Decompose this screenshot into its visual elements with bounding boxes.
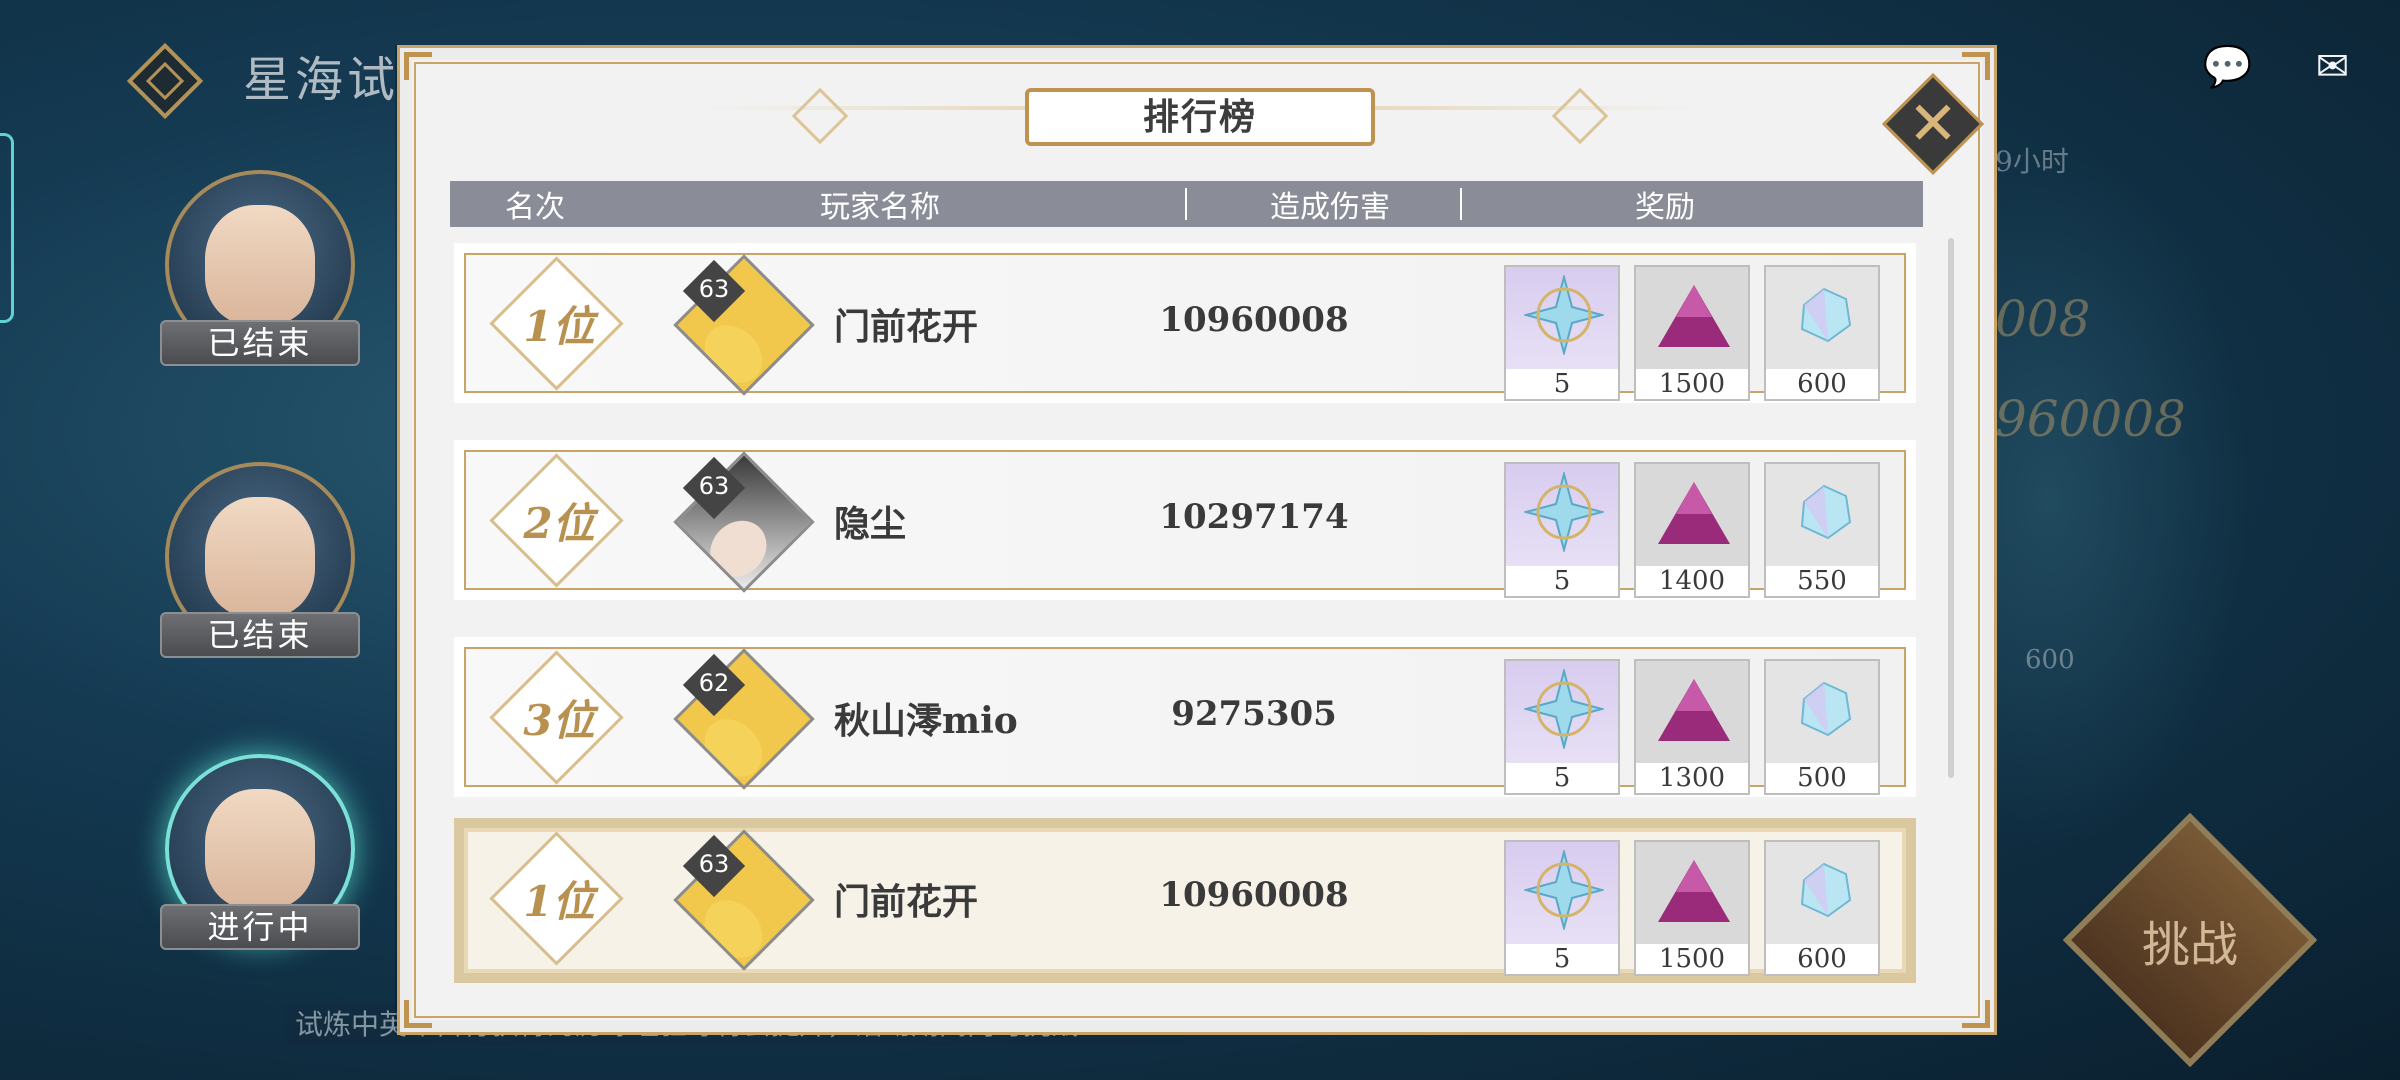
crystal-icon [1800,484,1852,540]
bg-damage-text: 008 [1995,290,2091,348]
bg-reward-count: 600 [2025,645,2075,675]
reward-count: 1300 [1636,763,1748,793]
reward-count: 1400 [1636,566,1748,596]
reward-item[interactable]: 600 [1764,840,1880,976]
hero-item[interactable]: 已结束 [150,452,370,672]
reward-item[interactable]: 5 [1504,462,1620,598]
hero-face [205,205,315,325]
reward-count: 5 [1506,566,1618,596]
reward-count: 600 [1766,944,1878,974]
column-separator [1185,188,1187,220]
leaderboard-modal: 排行榜 ✕ 名次 玩家名称 造成伤害 奖励 1位 63 门前花开 1096000… [397,45,1997,1035]
damage-value: 10960008 [1159,875,1349,915]
star-compass-icon [1524,472,1604,552]
mail-icon[interactable]: ✉ [2305,45,2360,90]
player-name: 门前花开 [834,881,979,923]
level-value: 63 [698,850,730,878]
reward-item[interactable]: 5 [1504,659,1620,795]
avatar-face [693,313,774,395]
hero-item[interactable]: 已结束 [150,160,370,380]
hero-face [205,497,315,617]
bg-damage-text: 960008 [1995,390,2186,448]
reward-item[interactable]: 550 [1764,462,1880,598]
hero-list: 已结束 已结束 进行中 [150,160,370,1036]
reward-count: 5 [1506,369,1618,399]
star-compass-icon [1524,850,1604,930]
hero-item[interactable]: 进行中 [150,744,370,964]
rank-label: 3位 [523,696,595,745]
modal-title: 排行榜 [1025,88,1375,146]
column-header-player: 玩家名称 [820,190,940,225]
damage-value: 10297174 [1159,497,1349,537]
star-compass-icon [1524,275,1604,355]
purple-dust-icon [1658,285,1730,347]
player-name: 秋山澪mio [834,700,1018,742]
avatar-face [693,707,774,789]
table-row[interactable]: 2位 63 隐尘 10297174 5 1400 550 [454,440,1916,600]
level-value: 63 [698,275,730,303]
table-header: 名次 玩家名称 造成伤害 奖励 [450,181,1923,227]
reward-item[interactable]: 1300 [1634,659,1750,795]
reward-item[interactable]: 1500 [1634,840,1750,976]
crystal-icon [1800,287,1852,343]
hero-face [205,789,315,909]
top-icons: 💬 ✉ [2200,45,2360,90]
table-row[interactable]: 1位 63 门前花开 10960008 5 1500 600 [454,243,1916,403]
column-separator [1460,188,1462,220]
reward-item[interactable]: 600 [1764,265,1880,401]
column-header-reward: 奖励 [1635,190,1695,225]
player-name: 门前花开 [834,306,979,348]
reward-item[interactable]: 5 [1504,840,1620,976]
reward-item[interactable]: 1500 [1634,265,1750,401]
frame-corner [404,1000,432,1028]
reward-count: 1500 [1636,944,1748,974]
rank-label: 1位 [523,302,595,351]
table-row[interactable]: 3位 62 秋山澪mio 9275305 5 1300 500 [454,637,1916,797]
level-value: 63 [698,472,730,500]
column-header-rank: 名次 [505,190,565,225]
close-icon[interactable]: ✕ [1897,88,1969,160]
reward-item[interactable]: 500 [1764,659,1880,795]
reward-count: 600 [1766,369,1878,399]
column-header-damage: 造成伤害 [1270,190,1390,225]
damage-value: 9275305 [1171,694,1337,734]
star-compass-icon [1524,669,1604,749]
diamond-logo-icon[interactable] [120,36,210,126]
reward-count: 500 [1766,763,1878,793]
chat-bubble-icon[interactable]: 💬 [2200,45,2255,90]
crystal-icon [1800,681,1852,737]
reward-item[interactable]: 5 [1504,265,1620,401]
player-avatar[interactable]: 63 [673,451,815,593]
left-side-tab[interactable] [0,133,14,323]
reward-count: 550 [1766,566,1878,596]
challenge-label: 挑战 [2141,917,2238,973]
frame-corner [404,52,432,80]
frame-corner [1962,52,1990,80]
hero-status-badge: 进行中 [160,904,360,950]
frame-corner [1962,1000,1990,1028]
rank-label: 1位 [523,877,595,926]
player-avatar[interactable]: 63 [673,254,815,396]
scrollbar[interactable] [1948,238,1954,778]
reward-item[interactable]: 1400 [1634,462,1750,598]
damage-value: 10960008 [1159,300,1349,340]
my-rank-row[interactable]: 1位 63 门前花开 10960008 5 1500 600 [454,818,1916,983]
purple-dust-icon [1658,679,1730,741]
rank-label: 2位 [523,499,595,548]
hero-status-badge: 已结束 [160,612,360,658]
player-avatar[interactable]: 63 [673,829,815,971]
hero-status-badge: 已结束 [160,320,360,366]
reward-count: 5 [1506,944,1618,974]
level-value: 62 [698,669,730,697]
avatar-face [693,888,774,970]
avatar-face [698,509,778,589]
player-name: 隐尘 [834,503,907,545]
purple-dust-icon [1658,860,1730,922]
bg-time-left: 9小时 [1995,145,2069,178]
player-avatar[interactable]: 62 [673,648,815,790]
reward-count: 5 [1506,763,1618,793]
purple-dust-icon [1658,482,1730,544]
crystal-icon [1800,862,1852,918]
reward-count: 1500 [1636,369,1748,399]
